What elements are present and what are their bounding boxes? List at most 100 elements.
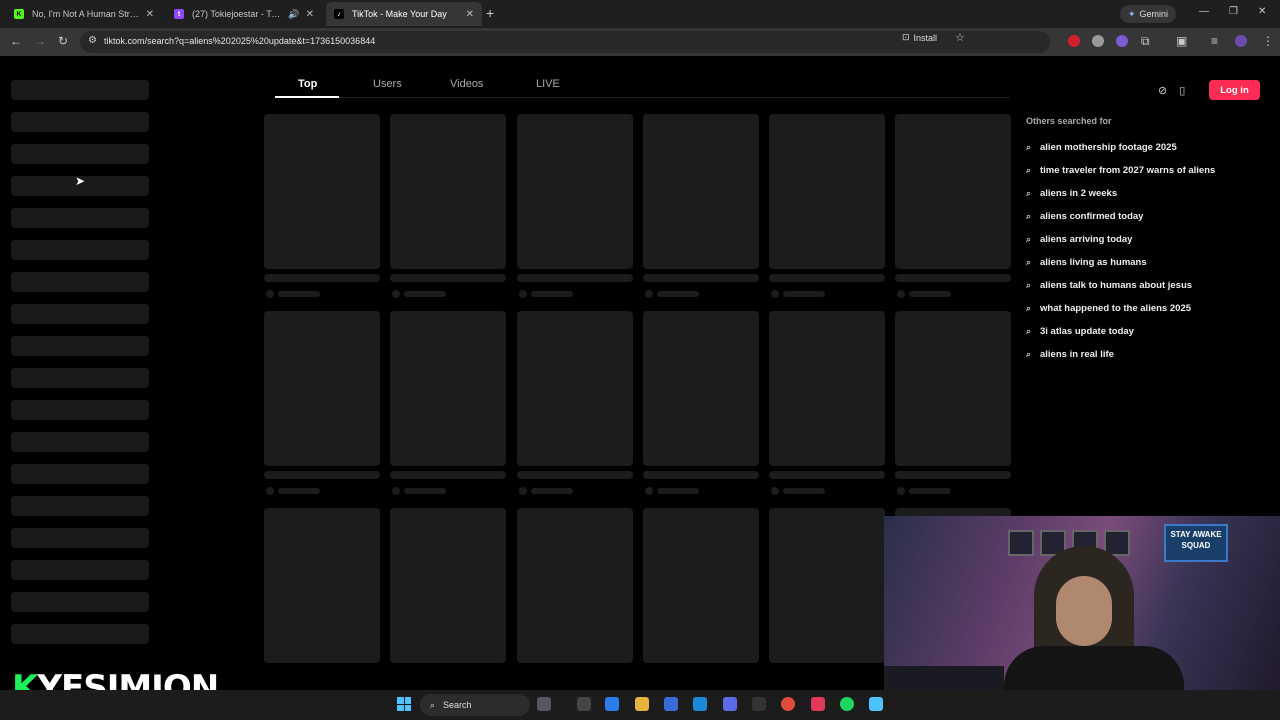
skeleton-avatar — [771, 487, 779, 495]
skeleton-line — [909, 488, 951, 494]
phone-icon[interactable]: ▯ — [1179, 84, 1185, 97]
restore-icon[interactable]: ❐ — [1229, 6, 1238, 17]
skeleton-line — [517, 274, 633, 282]
skeleton-avatar — [392, 487, 400, 495]
skeleton-row — [11, 624, 149, 644]
skeleton-avatar — [897, 290, 905, 298]
tab-live[interactable]: LIVE — [536, 78, 560, 90]
skeleton-avatar — [519, 290, 527, 298]
suggestion-item[interactable]: ⌕ alien mothership footage 2025 — [1026, 136, 1276, 159]
video-card-skeleton — [390, 311, 506, 466]
search-icon: ⌕ — [1026, 188, 1032, 198]
browser-window: K No, I'm Not A Human Streamin ✕ t (27) … — [0, 0, 1280, 720]
copilot-icon[interactable] — [605, 697, 619, 711]
browser-tab-twitch[interactable]: t (27) Tokiejoestar - Twitch 🔊 ✕ — [166, 2, 322, 26]
app-icon[interactable] — [723, 697, 737, 711]
suggestion-item[interactable]: ⌕ time traveler from 2027 warns of aliens — [1026, 159, 1276, 182]
close-icon[interactable]: ✕ — [466, 9, 474, 20]
widget-icon[interactable] — [537, 697, 551, 711]
url-text[interactable]: tiktok.com/search?q=aliens%202025%20upda… — [104, 36, 375, 46]
compass-icon[interactable]: ⊘ — [1158, 84, 1167, 97]
spotify-icon[interactable] — [840, 697, 854, 711]
video-card-skeleton — [517, 508, 633, 663]
file-explorer-icon[interactable] — [635, 697, 649, 711]
app-icon[interactable] — [869, 697, 883, 711]
chrome-icon[interactable] — [781, 697, 795, 711]
tab-title: TikTok - Make Your Day — [352, 9, 447, 19]
app-icon[interactable] — [811, 697, 825, 711]
close-icon[interactable]: ✕ — [306, 9, 314, 20]
tab-users[interactable]: Users — [373, 78, 402, 90]
skeleton-line — [657, 291, 699, 297]
neon-sign: STAY AWAKE SQUAD — [1164, 524, 1228, 562]
video-card-skeleton — [769, 114, 885, 269]
suggestion-item[interactable]: ⌕ aliens arriving today — [1026, 228, 1276, 251]
install-app-button[interactable]: ⊡ Install — [902, 32, 937, 43]
streamer-shirt — [1004, 646, 1184, 690]
tiktok-icon: ♪ — [334, 9, 344, 19]
window-close-icon[interactable]: ✕ — [1258, 6, 1266, 17]
browser-tab-kick[interactable]: K No, I'm Not A Human Streamin ✕ — [6, 2, 162, 26]
search-icon: ⌕ — [1026, 349, 1032, 359]
speaker-icon[interactable]: 🔊 — [288, 9, 299, 20]
browser-tab-tiktok[interactable]: ♪ TikTok - Make Your Day ✕ — [326, 2, 482, 26]
suggestion-label: aliens in 2 weeks — [1040, 188, 1118, 199]
search-icon: ⌕ — [1026, 280, 1032, 290]
suggestion-item[interactable]: ⌕ aliens living as humans — [1026, 251, 1276, 274]
suggestion-item[interactable]: ⌕ aliens in real life — [1026, 343, 1276, 366]
video-card-skeleton — [769, 508, 885, 663]
video-card-skeleton — [769, 311, 885, 466]
video-card-skeleton — [390, 508, 506, 663]
suggestion-item[interactable]: ⌕ aliens confirmed today — [1026, 205, 1276, 228]
search-tabs: Top Users Videos LIVE — [275, 76, 1010, 98]
task-view-icon[interactable] — [577, 697, 591, 711]
bookmark-star-icon[interactable]: ☆ — [955, 31, 965, 44]
skeleton-row — [11, 208, 149, 228]
media-controls-icon[interactable]: ≡ — [1211, 34, 1218, 48]
menu-kebab-icon[interactable]: ⋮ — [1262, 34, 1274, 48]
suggestion-item[interactable]: ⌕ aliens talk to humans about jesus — [1026, 274, 1276, 297]
windows-start-icon[interactable] — [397, 697, 411, 711]
skeleton-row — [11, 304, 149, 324]
search-icon: ⌕ — [1026, 303, 1032, 313]
suggestion-item[interactable]: ⌕ what happened to the aliens 2025 — [1026, 297, 1276, 320]
suggestion-item[interactable]: ⌕ 3i atlas update today — [1026, 320, 1276, 343]
skeleton-line — [895, 471, 1011, 479]
skeleton-line — [390, 471, 506, 479]
reload-icon[interactable]: ↻ — [58, 34, 68, 48]
skeleton-row — [11, 112, 149, 132]
gemini-button[interactable]: ✦ Gemini — [1120, 5, 1177, 23]
extension-icon[interactable] — [1116, 35, 1128, 47]
skeleton-row — [11, 464, 149, 484]
taskbar-search[interactable]: ⌕ Search — [420, 694, 530, 716]
store-icon[interactable] — [664, 697, 678, 711]
video-card-skeleton — [390, 114, 506, 269]
minimize-icon[interactable]: — — [1199, 6, 1209, 17]
new-tab-button[interactable]: + — [486, 5, 494, 21]
close-icon[interactable]: ✕ — [146, 9, 154, 20]
video-card-skeleton — [264, 311, 380, 466]
skeleton-avatar — [645, 290, 653, 298]
extension-icon[interactable] — [1092, 35, 1104, 47]
profile-avatar[interactable] — [1235, 35, 1247, 47]
app-icon[interactable] — [752, 697, 766, 711]
tab-top[interactable]: Top — [298, 78, 317, 90]
tab-videos[interactable]: Videos — [450, 78, 483, 90]
extensions-puzzle-icon[interactable]: ⧉ — [1141, 34, 1150, 49]
search-icon: ⌕ — [1026, 257, 1032, 267]
skeleton-line — [404, 488, 446, 494]
skeleton-avatar — [266, 487, 274, 495]
extension-icon[interactable] — [1068, 35, 1080, 47]
login-button[interactable]: Log in — [1209, 80, 1260, 100]
site-info-icon[interactable]: ⚙ — [88, 35, 97, 46]
sidepanel-icon[interactable]: ▣ — [1176, 34, 1187, 48]
suggestion-label: aliens talk to humans about jesus — [1040, 280, 1193, 291]
active-tab-underline — [275, 96, 339, 98]
suggestion-item[interactable]: ⌕ aliens in 2 weeks — [1026, 182, 1276, 205]
back-arrow-icon[interactable]: ← — [10, 34, 22, 48]
video-card-skeleton — [643, 114, 759, 269]
video-card-skeleton — [517, 114, 633, 269]
forward-arrow-icon[interactable]: → — [34, 34, 46, 48]
twitch-icon: t — [174, 9, 184, 19]
mail-icon[interactable] — [693, 697, 707, 711]
